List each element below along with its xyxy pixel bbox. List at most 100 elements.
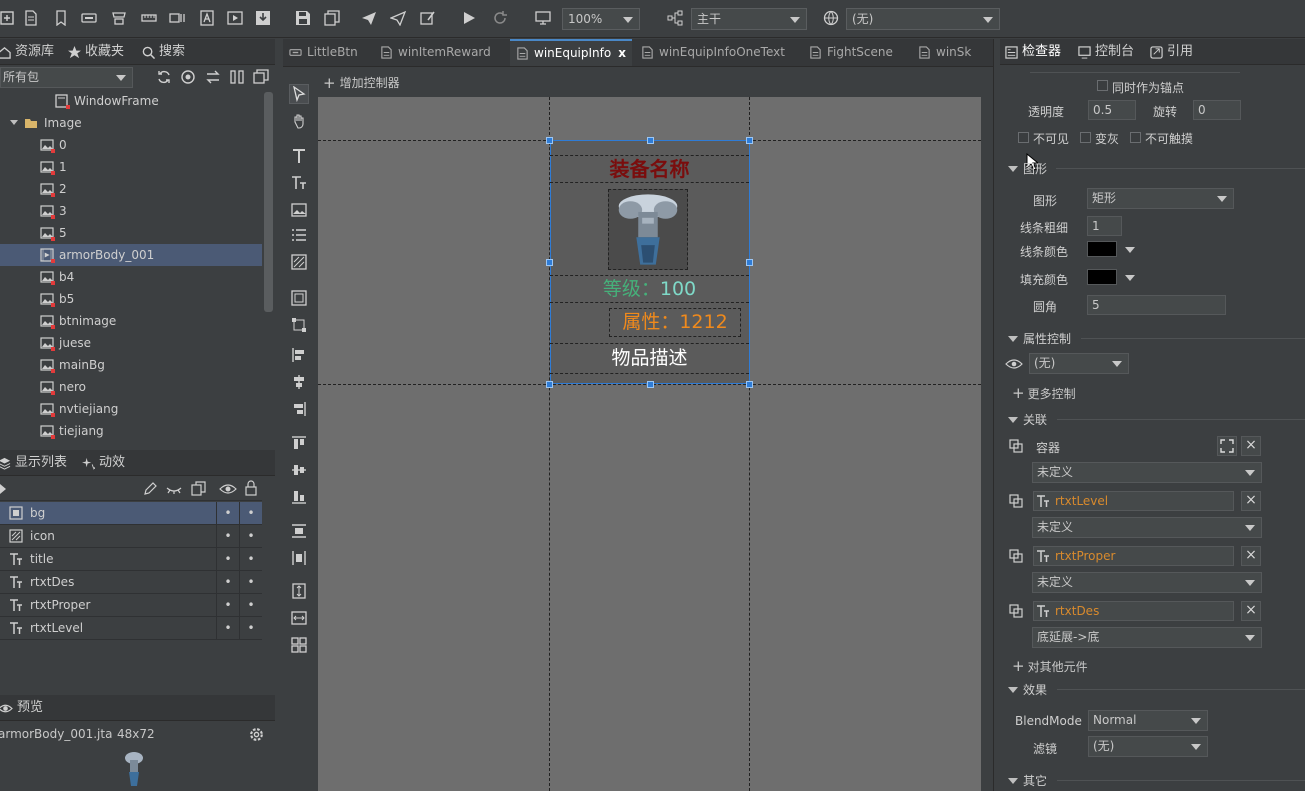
align-left-icon[interactable] bbox=[289, 345, 309, 365]
relation-target-field[interactable]: rtxtLevel bbox=[1033, 491, 1234, 511]
display-item-icon[interactable]: icon • • bbox=[0, 525, 262, 548]
tab-winequipinfoonetext[interactable]: winEquipInfoOneText bbox=[641, 39, 785, 66]
tab-reference[interactable]: 引用 bbox=[1150, 39, 1193, 65]
tree-item-btnimage[interactable]: btnimage bbox=[0, 310, 262, 332]
relation-section-header[interactable]: 关联 bbox=[1008, 411, 1047, 428]
close-tab-icon[interactable]: x bbox=[618, 40, 626, 67]
package-filter-select[interactable]: 所有包 bbox=[0, 67, 133, 88]
edit-box-icon[interactable] bbox=[419, 9, 437, 27]
display-item-title[interactable]: title • • bbox=[0, 548, 262, 571]
level-richtext[interactable]: 等级：100 bbox=[550, 275, 749, 303]
eye-icon[interactable] bbox=[1005, 357, 1023, 371]
anchor-checkbox[interactable] bbox=[1097, 80, 1108, 91]
resize-handle-l[interactable] bbox=[546, 259, 553, 266]
tree-item-3[interactable]: 3 bbox=[0, 200, 262, 222]
align-center-icon[interactable] bbox=[289, 372, 309, 392]
tree-item-5[interactable]: 5 bbox=[0, 222, 262, 244]
rotation-input[interactable]: 0 bbox=[1193, 100, 1241, 120]
display-item-rtxtproper[interactable]: rtxtProper • • bbox=[0, 594, 262, 617]
resize-handle-r[interactable] bbox=[746, 259, 753, 266]
lock-toggle[interactable]: • bbox=[239, 617, 262, 639]
zoom-select[interactable]: 100% bbox=[562, 8, 640, 30]
ruler-icon[interactable] bbox=[140, 9, 158, 27]
graph-section-header[interactable]: 图形 bbox=[1008, 160, 1047, 177]
tree-item-b5[interactable]: b5 bbox=[0, 288, 262, 310]
new-icon[interactable] bbox=[0, 9, 16, 27]
visible-toggle[interactable]: • bbox=[216, 617, 239, 639]
closed-eye-icon[interactable] bbox=[166, 481, 182, 497]
resize-handle-b[interactable] bbox=[647, 381, 654, 388]
language-select[interactable]: (无) bbox=[846, 8, 1000, 30]
tree-item-mainbg[interactable]: mainBg bbox=[0, 354, 262, 376]
proper-richtext[interactable]: 属性：1212 bbox=[609, 308, 741, 337]
resize-handle-tl[interactable] bbox=[546, 137, 553, 144]
tree-item-nvtiejiang[interactable]: nvtiejiang bbox=[0, 398, 262, 420]
lock-icon[interactable] bbox=[244, 480, 258, 496]
expand-arrow-icon[interactable] bbox=[10, 120, 18, 125]
fullscreen-icon[interactable] bbox=[1217, 436, 1237, 456]
send-icon[interactable] bbox=[360, 9, 378, 27]
bookmark-icon[interactable] bbox=[52, 9, 70, 27]
visible-toggle[interactable]: • bbox=[216, 548, 239, 570]
relation-target-field[interactable]: rtxtProper bbox=[1033, 546, 1234, 566]
more-ctrl-button[interactable]: + 更多控制 bbox=[1012, 384, 1076, 402]
visible-toggle[interactable]: • bbox=[216, 525, 239, 547]
tab-fightscene[interactable]: FightScene bbox=[809, 39, 893, 66]
tree-item-b4[interactable]: b4 bbox=[0, 266, 262, 288]
lock-toggle[interactable]: • bbox=[239, 525, 262, 547]
title-text[interactable]: 装备名称 bbox=[550, 155, 749, 183]
hand-tool-icon[interactable] bbox=[289, 111, 309, 131]
columns-icon[interactable] bbox=[229, 69, 245, 85]
lock-toggle[interactable]: • bbox=[239, 502, 262, 524]
grayed-checkbox[interactable] bbox=[1080, 132, 1091, 143]
add-relation-button[interactable]: + 对其他元件 bbox=[1012, 657, 1088, 675]
swap-icon[interactable] bbox=[205, 69, 221, 85]
branch-icon[interactable] bbox=[666, 9, 684, 27]
resize-handle-bl[interactable] bbox=[546, 381, 553, 388]
monitor-icon[interactable] bbox=[534, 9, 552, 27]
list-tool-icon[interactable] bbox=[289, 225, 309, 245]
select-tool-icon[interactable] bbox=[289, 84, 309, 104]
rich-text-tool-icon[interactable] bbox=[289, 173, 309, 193]
shape-select[interactable]: 矩形 bbox=[1087, 188, 1234, 209]
visible-toggle[interactable]: • bbox=[216, 502, 239, 524]
lock-toggle[interactable]: • bbox=[239, 594, 262, 616]
invisible-checkbox[interactable] bbox=[1018, 132, 1029, 143]
tree-item-0[interactable]: 0 bbox=[0, 134, 262, 156]
save-icon[interactable] bbox=[294, 9, 312, 27]
prop-ctrl-select[interactable]: (无) bbox=[1029, 353, 1129, 374]
visible-toggle[interactable]: • bbox=[216, 571, 239, 593]
tree-item-armorbody-001[interactable]: armorBody_001 bbox=[0, 244, 262, 266]
font-icon[interactable] bbox=[198, 9, 216, 27]
chevron-down-icon[interactable] bbox=[1125, 247, 1135, 253]
desc-richtext[interactable]: 物品描述 bbox=[550, 343, 749, 374]
grid-icon[interactable] bbox=[289, 635, 309, 655]
align-middle-icon[interactable] bbox=[289, 460, 309, 480]
play-box-icon[interactable] bbox=[226, 9, 244, 27]
tree-item-tiejiang[interactable]: tiejiang bbox=[0, 420, 262, 440]
download-icon[interactable] bbox=[254, 9, 272, 27]
tree-item-juese[interactable]: juese bbox=[0, 332, 262, 354]
play-small-icon[interactable] bbox=[0, 484, 6, 494]
line-color-swatch[interactable] bbox=[1087, 241, 1117, 257]
align-bottom-icon[interactable] bbox=[289, 487, 309, 507]
remove-relation-button[interactable]: × bbox=[1241, 436, 1261, 456]
untouchable-checkbox[interactable] bbox=[1130, 132, 1141, 143]
visible-toggle[interactable]: • bbox=[216, 594, 239, 616]
distribute-horizontal-icon[interactable] bbox=[289, 548, 309, 568]
tree-item-2[interactable]: 2 bbox=[0, 178, 262, 200]
align-top-icon[interactable] bbox=[289, 433, 309, 453]
prop-ctrl-section-header[interactable]: 属性控制 bbox=[1008, 330, 1071, 347]
add-controller-button[interactable]: + 增加控制器 bbox=[323, 74, 400, 91]
tab-winsk[interactable]: winSk bbox=[918, 39, 971, 66]
tree-item-nero[interactable]: nero bbox=[0, 376, 262, 398]
same-height-icon[interactable] bbox=[289, 581, 309, 601]
display-item-rtxtdes[interactable]: rtxtDes • • bbox=[0, 571, 262, 594]
relation-type-select[interactable]: 未定义 bbox=[1032, 572, 1262, 593]
other-section-header[interactable]: 其它 bbox=[1008, 772, 1047, 789]
transform-tool-icon[interactable] bbox=[289, 315, 309, 335]
tab-favorites[interactable]: 收藏夹 bbox=[68, 39, 124, 65]
remove-relation-button[interactable]: × bbox=[1241, 601, 1261, 621]
eye-icon[interactable] bbox=[219, 481, 237, 497]
sync-icon[interactable] bbox=[156, 69, 172, 85]
